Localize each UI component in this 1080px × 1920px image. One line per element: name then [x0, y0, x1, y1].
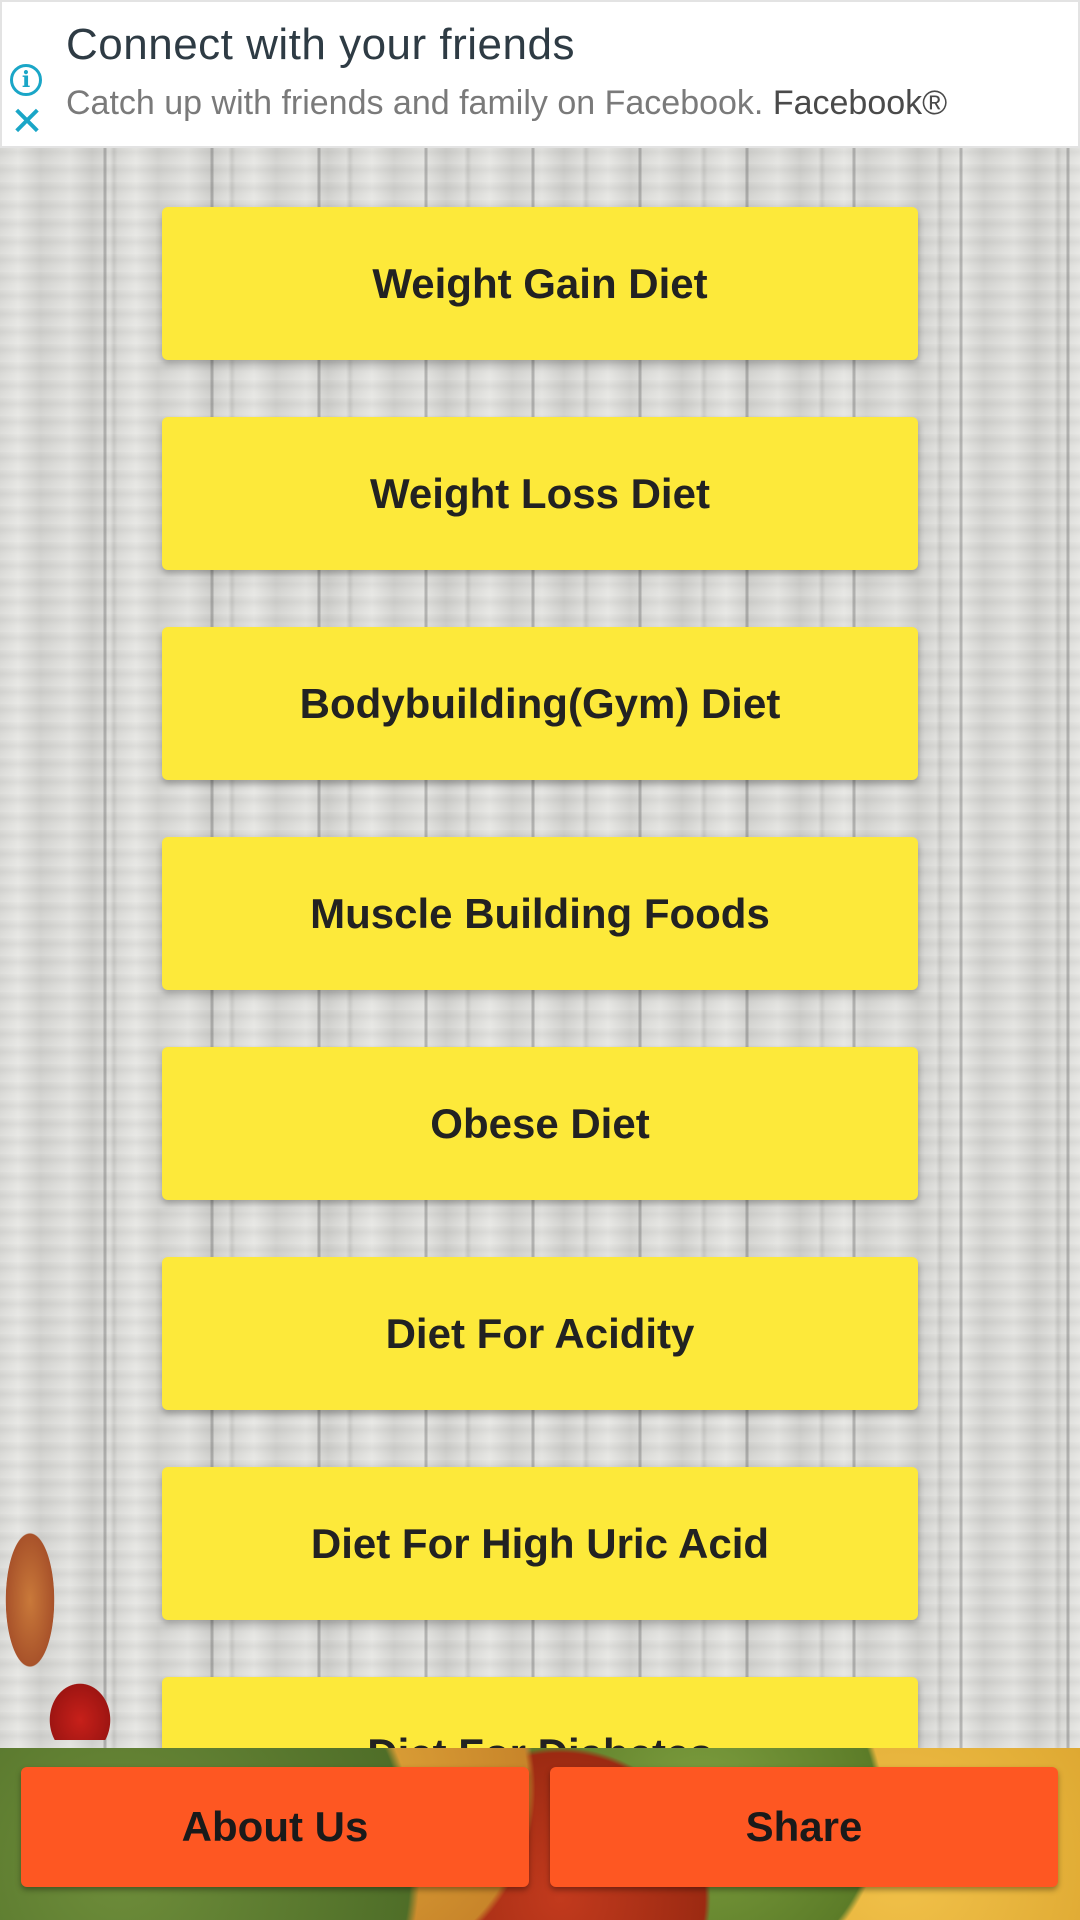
- diet-for-high-uric-acid-button[interactable]: Diet For High Uric Acid: [162, 1467, 918, 1620]
- weight-loss-diet-button[interactable]: Weight Loss Diet: [162, 417, 918, 570]
- ad-subtitle[interactable]: Catch up with friends and family on Face…: [66, 84, 947, 123]
- ad-title[interactable]: Connect with your friends: [66, 20, 575, 70]
- share-button[interactable]: Share: [550, 1767, 1058, 1887]
- ad-brand: Facebook®: [772, 84, 948, 122]
- ad-subtitle-text: Catch up with friends and family on Face…: [66, 84, 764, 122]
- diet-menu: Weight Gain Diet Weight Loss Diet Bodybu…: [162, 207, 918, 1887]
- ad-banner[interactable]: i ✕ Connect with your friends Catch up w…: [0, 0, 1080, 148]
- info-icon[interactable]: i: [10, 64, 42, 96]
- bodybuilding-diet-button[interactable]: Bodybuilding(Gym) Diet: [162, 627, 918, 780]
- muscle-building-foods-button[interactable]: Muscle Building Foods: [162, 837, 918, 990]
- diet-for-acidity-button[interactable]: Diet For Acidity: [162, 1257, 918, 1410]
- close-icon[interactable]: ✕: [10, 102, 44, 142]
- vegetables-image: [0, 1480, 140, 1740]
- weight-gain-diet-button[interactable]: Weight Gain Diet: [162, 207, 918, 360]
- obese-diet-button[interactable]: Obese Diet: [162, 1047, 918, 1200]
- about-us-button[interactable]: About Us: [21, 1767, 529, 1887]
